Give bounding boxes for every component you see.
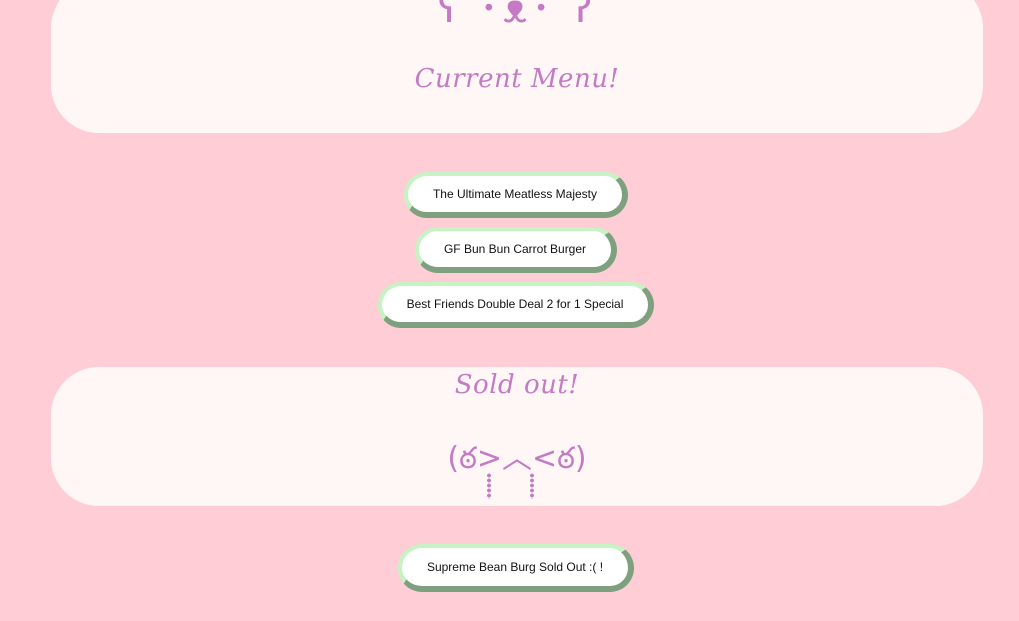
sold-out-heading: Sold out! [454,370,580,400]
bear-kaomoji: ʕ ･ᴥ･ ʔ [437,0,597,32]
menu-item-button-carrot-burger[interactable]: GF Bun Bun Carrot Burger [415,227,617,273]
tear-right-decoration [530,473,534,499]
current-menu-card: ʕ ･ᴥ･ ʔ Current Menu! [51,0,983,133]
menu-item-button-double-deal[interactable]: Best Friends Double Deal 2 for 1 Special [378,282,654,328]
sold-out-card: Sold out! (ఠ>︿<ఠ) [51,367,983,506]
current-menu-heading: Current Menu! [414,64,620,94]
sold-out-item-button-bean-burg[interactable]: Supreme Bean Burg Sold Out :( ! [398,544,634,592]
crying-kaomoji: (ఠ>︿<ఠ) [447,441,587,476]
menu-item-button-meatless-majesty[interactable]: The Ultimate Meatless Majesty [404,172,628,218]
tear-left-decoration [487,473,491,499]
